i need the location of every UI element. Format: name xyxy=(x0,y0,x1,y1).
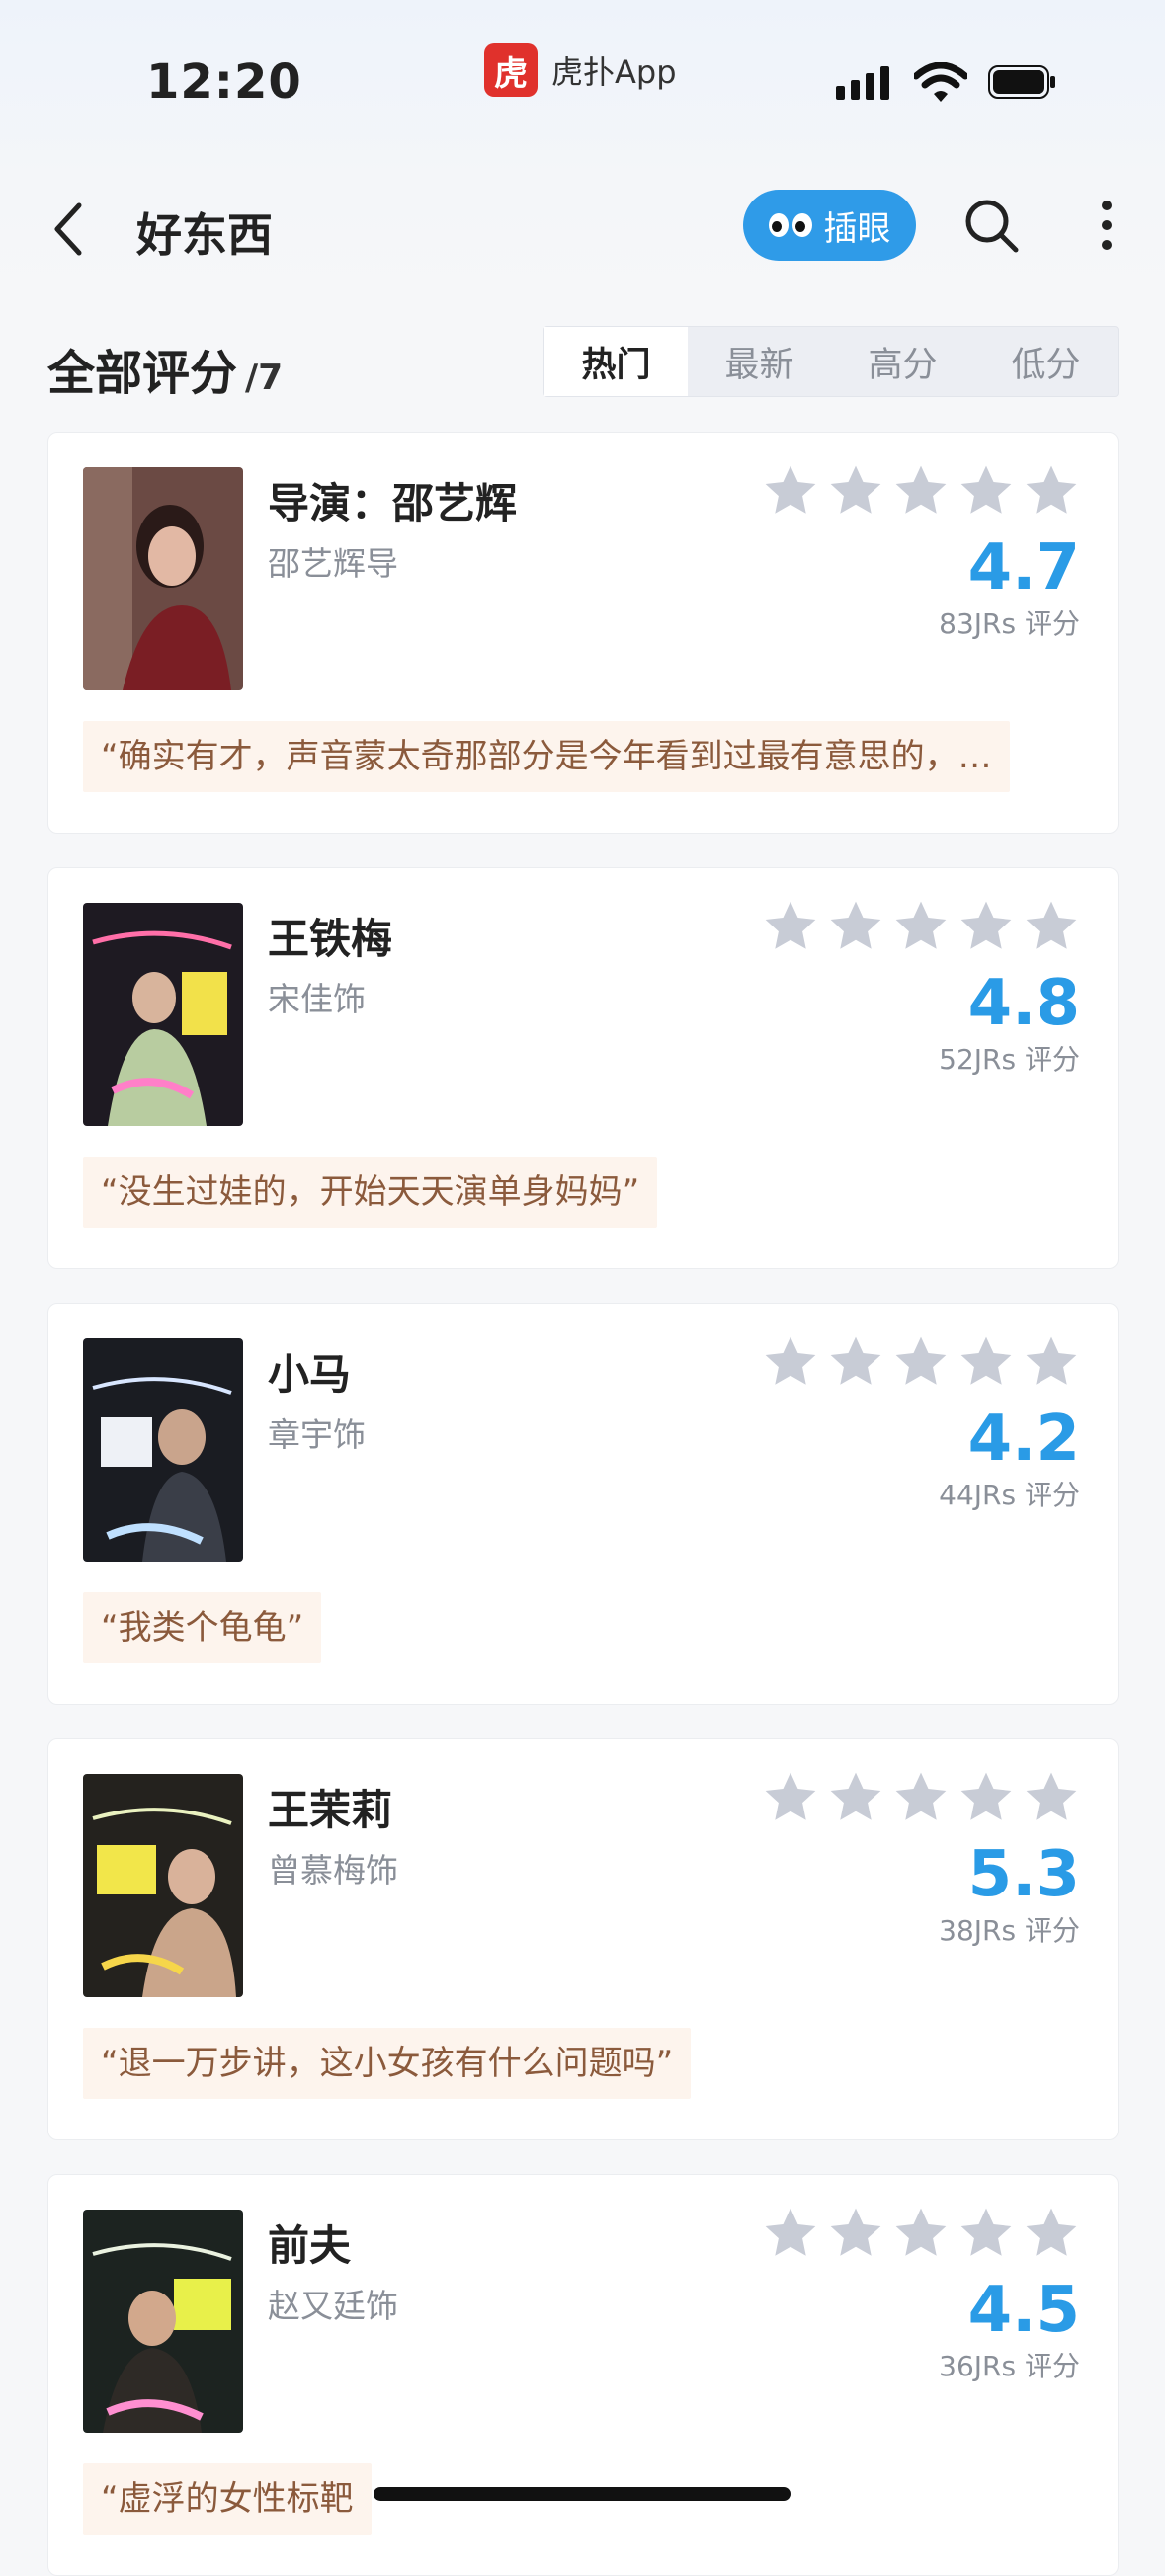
character-name: 王茉莉 xyxy=(268,1786,393,1834)
actor-credit: 赵又廷饰 xyxy=(268,2287,398,2325)
top-comment[interactable]: “虚浮的女性标靶 xyxy=(83,2463,372,2535)
poster-image xyxy=(83,903,243,1126)
top-comment[interactable]: “我类个龟龟” xyxy=(83,1592,322,1663)
star-icon[interactable] xyxy=(1023,898,1080,955)
character-name: 导演：邵艺辉 xyxy=(268,479,518,527)
average-score: 4.2 xyxy=(967,1403,1080,1476)
star-icon[interactable] xyxy=(892,898,950,955)
star-icon[interactable] xyxy=(1023,2205,1080,2262)
peek-button[interactable]: 插眼 xyxy=(743,190,916,261)
vote-count: 83JRs 评分 xyxy=(939,607,1080,640)
average-score: 4.5 xyxy=(967,2274,1080,2347)
sort-tabs: 热门 最新 高分 低分 xyxy=(543,326,1119,397)
star-icon[interactable] xyxy=(892,1333,950,1391)
back-arrow-icon[interactable] xyxy=(45,200,93,259)
actor-credit: 宋佳饰 xyxy=(268,980,366,1018)
star-icon[interactable] xyxy=(1023,462,1080,520)
poster-image xyxy=(83,1338,243,1562)
character-name: 前夫 xyxy=(268,2221,352,2270)
star-rating[interactable] xyxy=(762,2205,1080,2262)
top-comment[interactable]: “没生过娃的，开始天天演单身妈妈” xyxy=(83,1157,658,1228)
star-icon[interactable] xyxy=(1023,1333,1080,1391)
actor-credit: 邵艺辉导 xyxy=(268,544,398,583)
tab-latest[interactable]: 最新 xyxy=(688,327,831,396)
actor-credit: 章宇饰 xyxy=(268,1415,366,1454)
cellular-signal-icon xyxy=(836,66,889,100)
star-icon[interactable] xyxy=(827,2205,884,2262)
star-icon[interactable] xyxy=(762,462,819,520)
poster-image xyxy=(83,1774,243,1997)
star-rating[interactable] xyxy=(762,1769,1080,1826)
poster-image xyxy=(83,467,243,690)
actor-credit: 曾慕梅饰 xyxy=(268,1851,398,1890)
average-score: 4.8 xyxy=(967,967,1080,1040)
more-options-icon[interactable] xyxy=(1097,196,1117,255)
vote-count: 52JRs 评分 xyxy=(939,1043,1080,1076)
character-name: 王铁梅 xyxy=(268,915,393,963)
section-title: 全部评分/7 xyxy=(47,334,283,403)
vote-count: 36JRs 评分 xyxy=(939,2350,1080,2382)
poster-image xyxy=(83,2210,243,2433)
star-rating[interactable] xyxy=(762,898,1080,955)
vote-count: 38JRs 评分 xyxy=(939,1914,1080,1947)
star-icon[interactable] xyxy=(762,2205,819,2262)
rating-card[interactable]: 小马 章宇饰 4.2 44JRs 评分 “我类个龟龟” xyxy=(47,1303,1119,1705)
star-icon[interactable] xyxy=(762,1333,819,1391)
peek-button-label: 插眼 xyxy=(823,208,891,249)
star-icon[interactable] xyxy=(827,462,884,520)
character-name: 小马 xyxy=(268,1350,352,1399)
rating-card[interactable]: 导演：邵艺辉 邵艺辉导 4.7 83JRs 评分 “确实有才，声音蒙太奇那部分是… xyxy=(47,432,1119,834)
star-icon[interactable] xyxy=(1023,1769,1080,1826)
eyes-icon xyxy=(768,213,812,237)
nav-bar: 好东西 插眼 xyxy=(0,168,1165,286)
star-icon[interactable] xyxy=(892,2205,950,2262)
star-icon[interactable] xyxy=(762,898,819,955)
star-icon[interactable] xyxy=(762,1769,819,1826)
status-bar: 12:20 虎 虎扑App xyxy=(0,0,1165,148)
app-name: 虎扑App xyxy=(551,53,677,91)
tab-low-score[interactable]: 低分 xyxy=(974,327,1118,396)
tab-hot[interactable]: 热门 xyxy=(544,327,688,396)
star-icon[interactable] xyxy=(892,462,950,520)
star-icon[interactable] xyxy=(957,2205,1015,2262)
rating-card[interactable]: 前夫 赵又廷饰 4.5 36JRs 评分 “虚浮的女性标靶 xyxy=(47,2174,1119,2576)
rating-count: /7 xyxy=(245,358,284,398)
rating-card[interactable]: 王茉莉 曾慕梅饰 5.3 38JRs 评分 “退一万步讲，这小女孩有什么问题吗” xyxy=(47,1738,1119,2140)
search-icon[interactable] xyxy=(961,196,1021,255)
star-icon[interactable] xyxy=(957,1769,1015,1826)
star-icon[interactable] xyxy=(827,1769,884,1826)
app-indicator: 虎 虎扑App xyxy=(484,43,677,97)
star-icon[interactable] xyxy=(957,898,1015,955)
star-icon[interactable] xyxy=(957,1333,1015,1391)
section-title-text: 全部评分 xyxy=(47,346,238,401)
wifi-icon xyxy=(914,62,967,102)
average-score: 4.7 xyxy=(967,531,1080,604)
hupu-logo-icon: 虎 xyxy=(484,43,538,97)
top-comment[interactable]: “退一万步讲，这小女孩有什么问题吗” xyxy=(83,2028,692,2099)
vote-count: 44JRs 评分 xyxy=(939,1479,1080,1511)
top-comment[interactable]: “确实有才，声音蒙太奇那部分是今年看到过最有意思的，… xyxy=(83,721,1010,792)
star-icon[interactable] xyxy=(827,898,884,955)
tab-high-score[interactable]: 高分 xyxy=(831,327,974,396)
page-title: 好东西 xyxy=(136,208,273,262)
star-icon[interactable] xyxy=(827,1333,884,1391)
clock: 12:20 xyxy=(146,54,302,110)
average-score: 5.3 xyxy=(967,1838,1080,1911)
star-icon[interactable] xyxy=(892,1769,950,1826)
star-icon[interactable] xyxy=(957,462,1015,520)
rating-card[interactable]: 王铁梅 宋佳饰 4.8 52JRs 评分 “没生过娃的，开始天天演单身妈妈” xyxy=(47,867,1119,1269)
star-rating[interactable] xyxy=(762,462,1080,520)
star-rating[interactable] xyxy=(762,1333,1080,1391)
home-indicator[interactable] xyxy=(374,2487,791,2501)
battery-icon xyxy=(988,65,1055,99)
